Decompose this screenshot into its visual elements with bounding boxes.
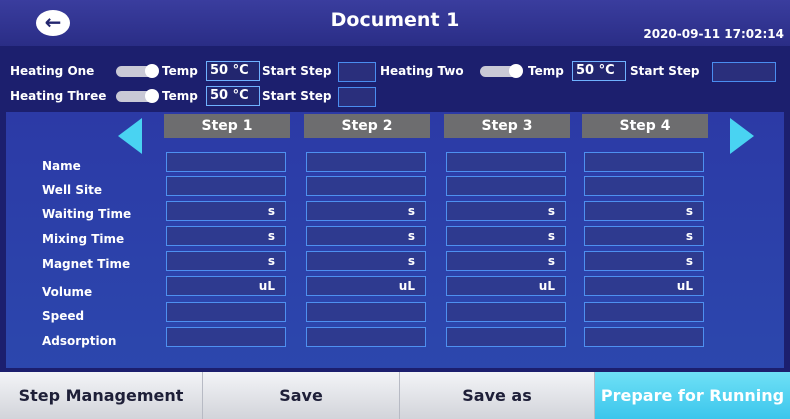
- chevron-left-icon[interactable]: [118, 118, 142, 154]
- heating-two-temp-input[interactable]: 50 °C: [572, 61, 626, 81]
- step-3-speed-field[interactable]: [446, 302, 566, 322]
- heating-row-2: Heating Three Temp 50 °C Start Step: [0, 86, 400, 107]
- heating-two-toggle[interactable]: [480, 64, 523, 78]
- heating-one-temp-label: Temp: [162, 64, 198, 78]
- step-1-mixing-time-field[interactable]: s: [166, 226, 286, 246]
- step-1-adsorption-field[interactable]: [166, 327, 286, 347]
- step-1-speed-field[interactable]: [166, 302, 286, 322]
- bottom-toolbar: Step Management Save Save as Prepare for…: [0, 372, 790, 419]
- row-label-name: Name: [42, 159, 81, 173]
- step-4-well-site-field[interactable]: [584, 176, 704, 196]
- heating-one-label: Heating One: [10, 64, 95, 78]
- step-1-well-site-field[interactable]: [166, 176, 286, 196]
- row-label-waiting-time: Waiting Time: [42, 207, 132, 221]
- heating-three-temp-input[interactable]: 50 °C: [206, 86, 260, 106]
- step-2-name-field[interactable]: [306, 152, 426, 172]
- step-2-well-site-field[interactable]: [306, 176, 426, 196]
- save-button[interactable]: Save: [203, 372, 400, 419]
- heating-three-temp-label: Temp: [162, 89, 198, 103]
- step-4-waiting-time-field[interactable]: s: [584, 201, 704, 221]
- step-2-header[interactable]: Step 2: [304, 114, 430, 138]
- row-label-adsorption: Adsorption: [42, 334, 117, 348]
- save-as-button[interactable]: Save as: [400, 372, 595, 419]
- step-1-magnet-time-field[interactable]: s: [166, 251, 286, 271]
- step-4-volume-field[interactable]: uL: [584, 276, 704, 296]
- heating-one-start-step-label: Start Step: [262, 64, 332, 78]
- step-3-waiting-time-field[interactable]: s: [446, 201, 566, 221]
- step-2-speed-field[interactable]: [306, 302, 426, 322]
- heating-two-start-step-input[interactable]: [712, 62, 776, 82]
- step-2-magnet-time-field[interactable]: s: [306, 251, 426, 271]
- datetime-display: 2020-09-11 17:02:14: [643, 27, 784, 41]
- step-4-header[interactable]: Step 4: [582, 114, 708, 138]
- step-4-name-field[interactable]: [584, 152, 704, 172]
- step-4-magnet-time-field[interactable]: s: [584, 251, 704, 271]
- step-1-header[interactable]: Step 1: [164, 114, 290, 138]
- row-label-magnet-time: Magnet Time: [42, 257, 131, 271]
- step-2-adsorption-field[interactable]: [306, 327, 426, 347]
- step-3-header[interactable]: Step 3: [444, 114, 570, 138]
- heating-row-1: Heating One Temp 50 °C Start Step Heatin…: [0, 61, 790, 82]
- step-3-volume-field[interactable]: uL: [446, 276, 566, 296]
- heating-one-temp-input[interactable]: 50 °C: [206, 61, 260, 81]
- heating-three-toggle[interactable]: [116, 89, 159, 103]
- step-1-waiting-time-field[interactable]: s: [166, 201, 286, 221]
- step-3-adsorption-field[interactable]: [446, 327, 566, 347]
- chevron-right-icon[interactable]: [730, 118, 754, 154]
- heating-two-start-step-label: Start Step: [630, 64, 700, 78]
- heating-three-start-step-label: Start Step: [262, 89, 332, 103]
- prepare-for-running-button[interactable]: Prepare for Running: [595, 372, 790, 419]
- heating-three-start-step-input[interactable]: [338, 87, 376, 107]
- step-3-magnet-time-field[interactable]: s: [446, 251, 566, 271]
- row-label-well-site: Well Site: [42, 183, 102, 197]
- heating-two-temp-label: Temp: [528, 64, 564, 78]
- step-2-mixing-time-field[interactable]: s: [306, 226, 426, 246]
- step-4-mixing-time-field[interactable]: s: [584, 226, 704, 246]
- step-management-button[interactable]: Step Management: [0, 372, 203, 419]
- row-label-volume: Volume: [42, 285, 93, 299]
- heating-one-toggle[interactable]: [116, 64, 159, 78]
- row-label-speed: Speed: [42, 309, 85, 323]
- step-4-adsorption-field[interactable]: [584, 327, 704, 347]
- step-3-mixing-time-field[interactable]: s: [446, 226, 566, 246]
- step-4-speed-field[interactable]: [584, 302, 704, 322]
- step-1-volume-field[interactable]: uL: [166, 276, 286, 296]
- heating-two-label: Heating Two: [380, 64, 464, 78]
- step-1-name-field[interactable]: [166, 152, 286, 172]
- step-3-well-site-field[interactable]: [446, 176, 566, 196]
- step-3-name-field[interactable]: [446, 152, 566, 172]
- step-2-waiting-time-field[interactable]: s: [306, 201, 426, 221]
- title-bar: ← Document 1 2020-09-11 17:02:14: [0, 0, 790, 46]
- row-label-mixing-time: Mixing Time: [42, 232, 125, 246]
- heating-one-start-step-input[interactable]: [338, 62, 376, 82]
- heating-three-label: Heating Three: [10, 89, 107, 103]
- step-2-volume-field[interactable]: uL: [306, 276, 426, 296]
